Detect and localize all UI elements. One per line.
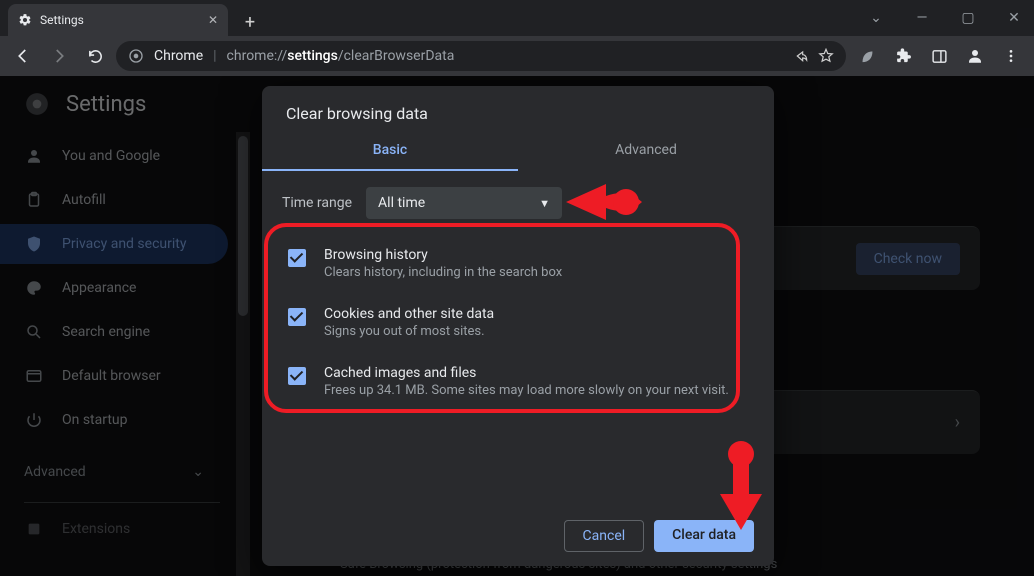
time-range-label: Time range [282,195,352,211]
address-bar[interactable]: Chrome | chrome://settings/clearBrowserD… [116,41,846,71]
tab-title: Settings [40,13,84,27]
browser-tab[interactable]: Settings ✕ [8,4,228,36]
tab-advanced[interactable]: Advanced [518,131,774,171]
window-controls: ⌄ — ▢ ✕ [862,0,1028,36]
browser-toolbar: Chrome | chrome://settings/clearBrowserD… [0,36,1034,76]
check-label: Browsing history [324,247,562,263]
dialog-tabs: Basic Advanced [262,131,774,171]
check-sub: Clears history, including in the search … [324,265,562,280]
extensions-icon[interactable] [888,41,918,71]
new-tab-button[interactable]: + [236,8,264,36]
omnibox-chrome-label: Chrome [154,48,203,64]
clear-data-button[interactable]: Clear data [654,520,754,552]
gear-icon [18,13,32,27]
checkbox-icon[interactable] [288,308,306,326]
forward-button[interactable] [44,41,74,71]
menu-icon[interactable] [996,41,1026,71]
close-tab-icon[interactable]: ✕ [208,13,218,27]
time-range-select[interactable]: All time ▼ [366,187,562,219]
checkbox-icon[interactable] [288,249,306,267]
check-browsing-history[interactable]: Browsing history Clears history, includi… [282,237,754,296]
profile-icon[interactable] [960,41,990,71]
maximize-button[interactable]: ▢ [954,10,982,26]
checkbox-icon[interactable] [288,367,306,385]
cancel-button[interactable]: Cancel [564,520,645,552]
back-button[interactable] [8,41,38,71]
check-cookies[interactable]: Cookies and other site data Signs you ou… [282,296,754,355]
check-sub: Frees up 34.1 MB. Some sites may load mo… [324,383,729,398]
leaf-icon[interactable] [852,41,882,71]
reload-button[interactable] [80,41,110,71]
close-window-button[interactable]: ✕ [1000,10,1028,26]
caret-down-icon[interactable]: ⌄ [862,10,890,26]
check-label: Cookies and other site data [324,306,494,322]
clear-browsing-data-dialog: Clear browsing data Basic Advanced Time … [262,86,774,566]
chrome-icon [128,48,144,64]
share-icon[interactable] [792,48,808,64]
tab-basic[interactable]: Basic [262,131,518,171]
check-cache[interactable]: Cached images and files Frees up 34.1 MB… [282,355,754,414]
minimize-button[interactable]: — [908,10,936,26]
check-label: Cached images and files [324,365,729,381]
sidepanel-icon[interactable] [924,41,954,71]
chevron-down-icon: ▼ [539,197,550,210]
dialog-title: Clear browsing data [262,86,774,131]
check-sub: Signs you out of most sites. [324,324,494,339]
bookmark-icon[interactable] [818,48,834,64]
url-text: chrome://settings/clearBrowserData [227,48,455,64]
time-range-value: All time [378,195,425,211]
